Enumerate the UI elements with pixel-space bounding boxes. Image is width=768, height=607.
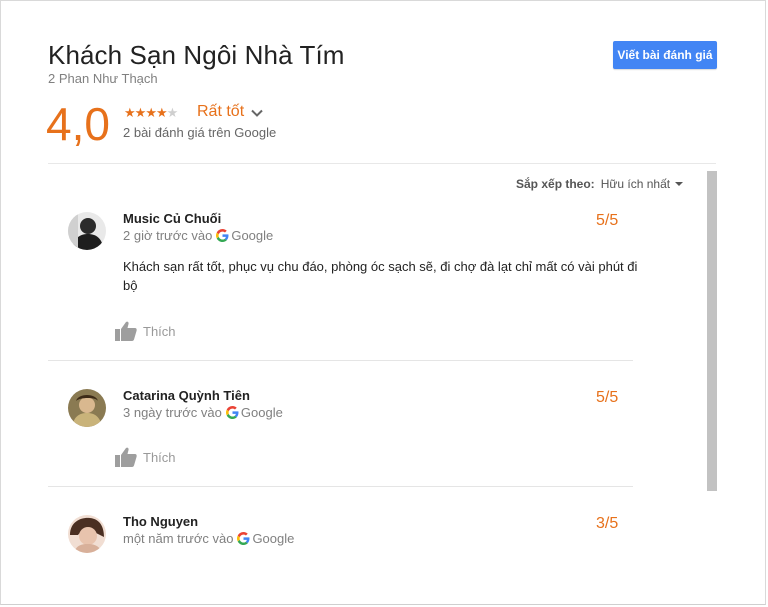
review-time: 3 ngày trước vào xyxy=(123,405,222,420)
reviewer-name[interactable]: Catarina Quỳnh Tiên xyxy=(123,388,250,403)
google-g-icon xyxy=(216,229,229,242)
star-icon: ★ xyxy=(155,105,168,120)
like-button[interactable]: Thích xyxy=(115,321,176,341)
review-score: 5/5 xyxy=(596,212,619,229)
rating-stars: ★★★★★ xyxy=(124,105,179,121)
like-label: Thích xyxy=(143,449,176,465)
divider xyxy=(48,163,716,164)
caret-down-icon[interactable] xyxy=(675,182,684,186)
review-source: Google xyxy=(252,531,295,546)
reviewer-name[interactable]: Tho Nguyen xyxy=(123,514,198,529)
review-score: 5/5 xyxy=(596,389,619,406)
review-meta: một năm trước vào Google xyxy=(123,531,294,546)
google-g-icon xyxy=(225,406,239,419)
star-icon: ★ xyxy=(145,105,157,120)
place-address: 2 Phan Như Thạch xyxy=(48,71,158,86)
thumbs-up-icon[interactable] xyxy=(115,447,137,467)
review-text: Khách sạn rất tốt, phục vụ chu đáo, phòn… xyxy=(123,259,638,293)
google-g-icon xyxy=(237,532,250,545)
divider xyxy=(48,360,633,361)
review-count: 2 bài đánh giá trên Google xyxy=(123,125,277,140)
sort-dropdown[interactable]: Hữu ích nhất xyxy=(601,177,670,191)
review-source: Google xyxy=(240,405,283,420)
star-icon: ★ xyxy=(124,105,136,120)
reviewer-name[interactable]: Music Củ Chuối xyxy=(123,211,221,226)
review-meta: 3 ngày trước vào Google xyxy=(123,405,283,420)
avatar[interactable] xyxy=(68,212,106,250)
star-icon: ★ xyxy=(134,105,147,120)
divider xyxy=(48,486,633,487)
rating-label[interactable]: Rất tốt xyxy=(197,103,244,121)
place-title: Khách Sạn Ngôi Nhà Tím xyxy=(48,40,345,70)
average-rating: 4,0 xyxy=(46,98,110,150)
scrollbar[interactable] xyxy=(707,171,717,491)
review-time: một năm trước vào xyxy=(123,531,234,546)
review-meta: 2 giờ trước vào Google xyxy=(123,228,273,243)
thumbs-up-icon[interactable] xyxy=(115,321,137,341)
sort-label: Sắp xếp theo: xyxy=(516,177,595,191)
sort-control[interactable]: Sắp xếp theo: Hữu ích nhất xyxy=(516,177,684,191)
write-review-button[interactable]: Viết bài đánh giá xyxy=(613,41,717,69)
review-panel xyxy=(0,0,766,605)
like-button[interactable]: Thích xyxy=(115,447,176,467)
star-empty-icon: ★ xyxy=(166,105,179,120)
avatar[interactable] xyxy=(68,515,106,553)
review-score: 3/5 xyxy=(596,515,619,532)
review-source: Google xyxy=(231,228,274,243)
chevron-down-icon[interactable] xyxy=(250,106,264,120)
like-label: Thích xyxy=(143,323,176,339)
review-time: 2 giờ trước vào xyxy=(123,228,213,243)
avatar[interactable] xyxy=(68,389,106,427)
